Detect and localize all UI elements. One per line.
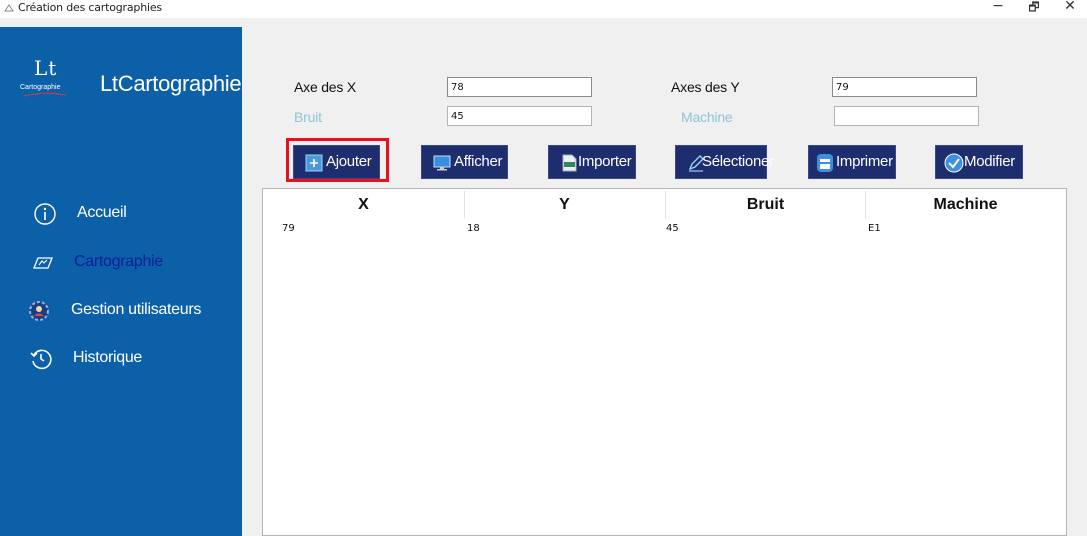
logo-text: Lt [34, 56, 58, 80]
logo-subtitle: Cartographie [20, 84, 61, 91]
map-icon [33, 257, 53, 269]
sidebar-item-label: Gestion utilisateurs [71, 301, 202, 318]
brand-name: LtCartographie [100, 71, 242, 96]
x-axis-input[interactable] [447, 77, 592, 97]
select-button-label: Sélectioner [702, 153, 774, 170]
import-button[interactable]: Importer [548, 145, 636, 179]
machine-input[interactable] [834, 106, 979, 126]
sidebar-item-label: Cartographie [74, 253, 163, 270]
column-header-machine[interactable]: Machine [865, 196, 1066, 216]
x-axis-label: Axe des X [294, 79, 357, 95]
table-cell-y: 18 [467, 223, 480, 234]
sidebar-item-gestion-utilisateurs[interactable]: Gestion utilisateurs [0, 293, 242, 329]
logo: Lt Cartographie [20, 56, 72, 97]
app-icon [4, 4, 14, 12]
window-title: Création des cartographies [18, 1, 162, 14]
check-icon [944, 153, 964, 173]
sidebar-item-label: Accueil [77, 204, 127, 221]
csv-file-icon [562, 154, 577, 172]
info-icon [34, 203, 56, 225]
main-panel: Axe des X Axes des Y Bruit Machine Ajout… [242, 27, 1087, 536]
history-icon [30, 349, 52, 370]
show-button-label: Afficher [454, 153, 503, 170]
logo-swoosh-icon [23, 92, 67, 97]
users-gear-icon [29, 301, 49, 321]
title-bar: Création des cartographies − 🗗 ✕ [0, 0, 1087, 18]
edit-button[interactable]: Modifier [935, 145, 1023, 179]
print-button-label: Imprimer [836, 153, 893, 170]
sidebar: Lt Cartographie LtCartographie Accueil C… [0, 27, 242, 536]
add-button-highlight [286, 138, 389, 182]
edit-button-label: Modifier [964, 153, 1015, 170]
printer-icon [817, 154, 833, 172]
show-button[interactable]: Afficher [421, 145, 508, 179]
table-cell-machine: E1 [868, 223, 881, 234]
noise-input[interactable] [447, 106, 592, 126]
column-header-y[interactable]: Y [464, 196, 665, 216]
close-button[interactable]: ✕ [1060, 0, 1080, 17]
noise-label: Bruit [294, 109, 322, 125]
machine-label: Machine [681, 109, 733, 125]
maximize-button[interactable]: 🗗 [1024, 0, 1044, 17]
table-cell-x: 79 [282, 223, 295, 234]
column-header-bruit[interactable]: Bruit [665, 196, 866, 216]
sidebar-item-label: Historique [73, 349, 143, 366]
sidebar-item-historique[interactable]: Historique [0, 341, 242, 377]
minimize-button[interactable]: − [988, 0, 1008, 17]
print-button[interactable]: Imprimer [808, 145, 896, 179]
y-axis-label: Axes des Y [671, 79, 740, 95]
data-table[interactable]: X Y Bruit Machine 79 18 45 E1 [262, 188, 1067, 536]
column-header-x[interactable]: X [263, 196, 464, 216]
table-cell-bruit: 45 [666, 223, 679, 234]
y-axis-input[interactable] [832, 77, 977, 97]
import-button-label: Importer [578, 153, 632, 170]
select-button[interactable]: Sélectioner [675, 145, 774, 179]
monitor-icon [433, 155, 451, 171]
sidebar-item-accueil[interactable]: Accueil [0, 196, 242, 232]
sidebar-item-cartographie[interactable]: Cartographie [0, 245, 242, 281]
